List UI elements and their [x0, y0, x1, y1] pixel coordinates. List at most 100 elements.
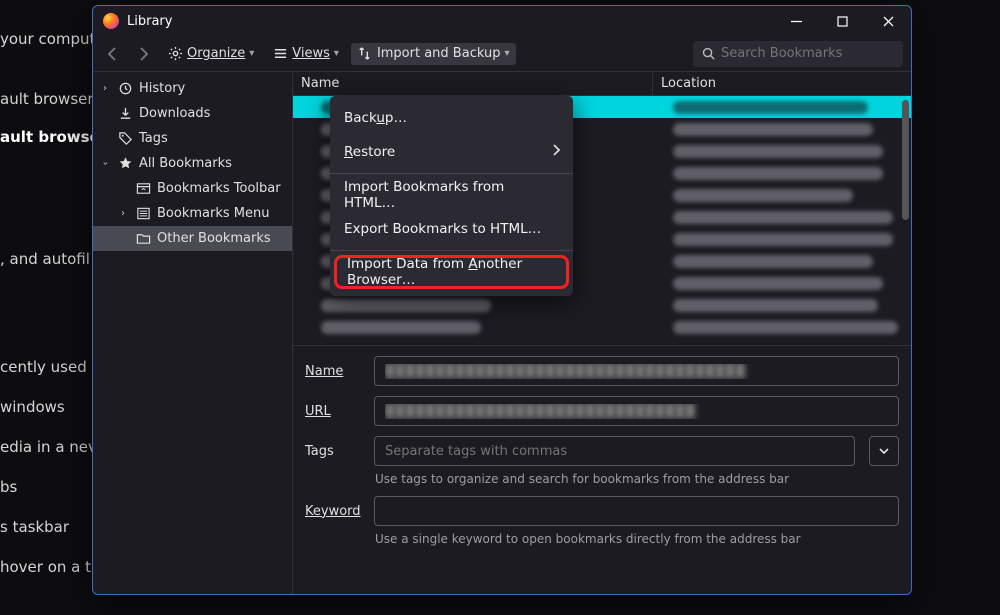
sidebar-item-label: Bookmarks Menu [157, 206, 269, 221]
globe-icon [299, 319, 315, 335]
star-icon [117, 156, 133, 172]
sidebar-item-label: Other Bookmarks [157, 231, 271, 246]
globe-icon [299, 253, 315, 269]
menu-folder-icon [135, 206, 151, 222]
import-export-icon [357, 46, 373, 62]
submenu-arrow-icon [551, 144, 561, 160]
organize-menu-button[interactable]: Organize ▾ [161, 43, 260, 65]
sidebar-item-label: Bookmarks Toolbar [157, 181, 281, 196]
import-backup-dropdown: Backup… Restore Import Bookmarks from HT… [330, 96, 573, 296]
nav-back-button[interactable] [101, 42, 125, 66]
sidebar-item-tags[interactable]: Tags [93, 126, 292, 151]
folder-icon [135, 231, 151, 247]
chevron-down-icon: ▾ [334, 48, 339, 59]
sidebar: › History Downloads Tags › All Bookmarks… [93, 72, 293, 594]
menu-separator [330, 250, 573, 251]
search-icon [701, 46, 716, 65]
bg-line: , and autofil [0, 250, 90, 268]
bg-line: bs [0, 478, 17, 496]
bookmark-row[interactable] [293, 294, 911, 316]
sidebar-item-label: All Bookmarks [139, 156, 232, 171]
bg-line: edia in a nev [0, 438, 97, 456]
maximize-button[interactable] [819, 6, 865, 36]
views-label: Views [292, 46, 330, 61]
menu-label: Backup… [344, 110, 407, 126]
menu-item-import-html[interactable]: Import Bookmarks from HTML… [330, 178, 573, 212]
menu-item-export-html[interactable]: Export Bookmarks to HTML… [330, 212, 573, 246]
sidebar-item-all-bookmarks[interactable]: › All Bookmarks [93, 151, 292, 176]
sidebar-item-label: Tags [139, 131, 168, 146]
column-headers: Name Location [293, 72, 911, 96]
keyword-hint: Use a single keyword to open bookmarks d… [305, 532, 899, 546]
globe-icon [299, 121, 315, 137]
toolbar: Organize ▾ Views ▾ Import and Backup ▾ [93, 36, 911, 72]
menu-item-backup[interactable]: Backup… [330, 101, 573, 135]
column-header-name[interactable]: Name [293, 72, 653, 95]
detail-keyword-label: Keyword [305, 504, 360, 519]
detail-tags-label: Tags [305, 444, 360, 459]
import-backup-label: Import and Backup [377, 46, 501, 61]
menu-label: Export Bookmarks to HTML… [344, 221, 541, 237]
menu-label: Import Bookmarks from HTML… [344, 179, 559, 211]
detail-tags-input[interactable] [374, 436, 855, 466]
search-input[interactable] [693, 41, 903, 67]
sidebar-item-other-bookmarks[interactable]: Other Bookmarks [93, 226, 292, 251]
tags-hint: Use tags to organize and search for book… [305, 472, 899, 486]
sidebar-item-history[interactable]: › History [93, 76, 292, 101]
firefox-logo-icon [103, 13, 119, 29]
clock-icon [117, 81, 133, 97]
download-icon [117, 106, 133, 122]
sidebar-item-label: Downloads [139, 106, 210, 121]
bg-line: s taskbar [0, 518, 69, 536]
collapse-icon[interactable]: › [100, 158, 111, 170]
menu-item-import-browser[interactable]: Import Data from Another Browser… [334, 255, 569, 289]
tags-dropdown-button[interactable] [869, 436, 899, 466]
organize-label: Organize [187, 46, 245, 61]
detail-name-input[interactable] [374, 356, 899, 386]
detail-keyword-input[interactable] [374, 496, 899, 526]
tag-icon [117, 131, 133, 147]
toolbar-folder-icon [135, 181, 151, 197]
list-view-icon [272, 46, 288, 62]
nav-forward-button[interactable] [131, 42, 155, 66]
menu-separator [330, 173, 573, 174]
expand-icon[interactable]: › [99, 83, 111, 94]
globe-icon [299, 231, 315, 247]
sidebar-item-bookmarks-menu[interactable]: › Bookmarks Menu [93, 201, 292, 226]
search-box [693, 41, 903, 67]
bg-line: hover on a t [0, 558, 91, 576]
detail-name-label: Name [305, 364, 360, 379]
scrollbar[interactable] [902, 100, 909, 220]
gear-icon [167, 46, 183, 62]
bg-line: ault browser [0, 90, 94, 108]
titlebar[interactable]: Library [93, 6, 911, 36]
sidebar-item-downloads[interactable]: Downloads [93, 101, 292, 126]
expand-icon[interactable]: › [117, 208, 129, 219]
import-backup-menu-button[interactable]: Import and Backup ▾ [351, 43, 516, 65]
menu-label: Import Data from Another Browser… [347, 256, 522, 288]
close-button[interactable] [865, 6, 911, 36]
globe-icon [299, 187, 315, 203]
chevron-down-icon: ▾ [504, 48, 509, 59]
menu-item-restore[interactable]: Restore [330, 135, 573, 169]
detail-url-label: URL [305, 404, 360, 419]
chevron-down-icon: ▾ [249, 48, 254, 59]
detail-pane: Name URL Tags Use tags to organize and s… [293, 346, 911, 594]
detail-url-input[interactable] [374, 396, 899, 426]
globe-icon [299, 275, 315, 291]
sidebar-item-bookmarks-toolbar[interactable]: Bookmarks Toolbar [93, 176, 292, 201]
bookmark-row[interactable] [293, 316, 911, 338]
library-window: Library Organize ▾ Vi [92, 5, 912, 595]
bg-line: cently used o [0, 358, 101, 376]
bg-line: your comput [0, 30, 95, 48]
window-title: Library [127, 14, 172, 29]
globe-icon [299, 209, 315, 225]
column-header-location[interactable]: Location [653, 72, 911, 95]
minimize-button[interactable] [773, 6, 819, 36]
globe-icon [299, 165, 315, 181]
globe-icon [299, 297, 315, 313]
sidebar-item-label: History [139, 81, 185, 96]
globe-icon [299, 99, 315, 115]
globe-icon [299, 143, 315, 159]
views-menu-button[interactable]: Views ▾ [266, 43, 345, 65]
